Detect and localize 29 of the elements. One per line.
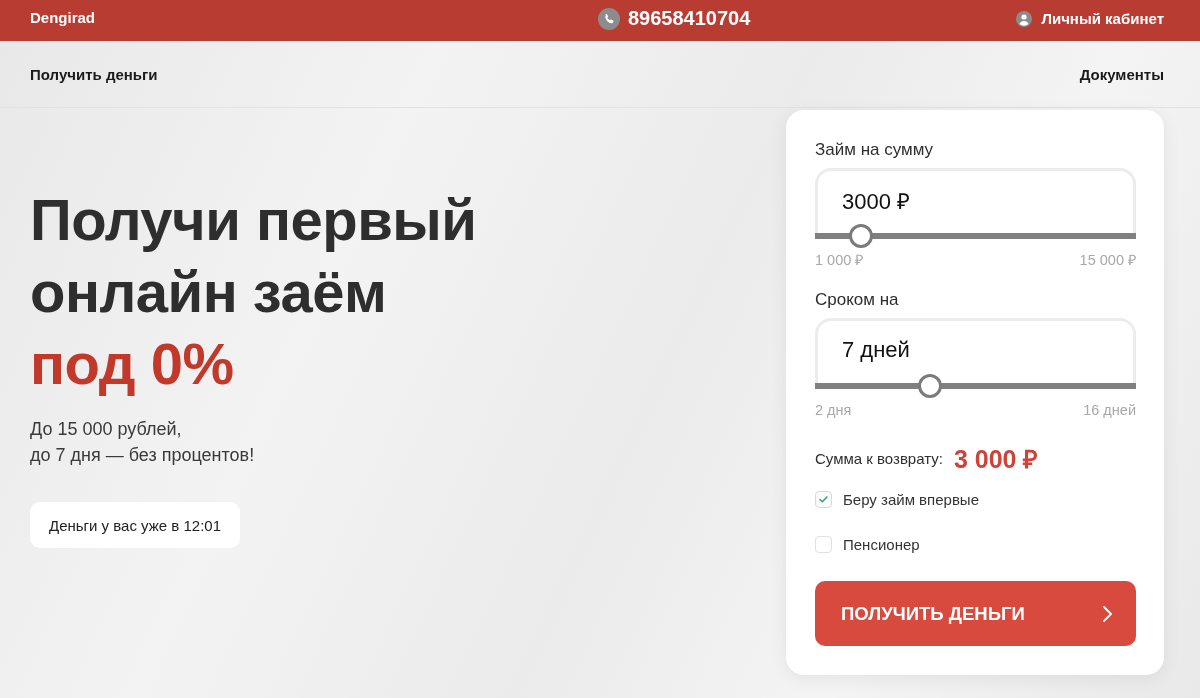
- site-logo[interactable]: Dengirad: [30, 9, 95, 26]
- checkbox-label: Пенсионер: [843, 535, 920, 553]
- chevron-right-icon: [1103, 605, 1112, 622]
- hero-title: Получи первый онлайн заём под 0%: [30, 186, 477, 398]
- total-label: Сумма к возврату:: [815, 449, 943, 467]
- field-label: Сроком на: [815, 290, 899, 310]
- nav-link[interactable]: Получить деньги: [30, 65, 158, 83]
- phone-icon: [598, 7, 620, 30]
- field-label: Займ на сумму: [815, 140, 934, 160]
- slider-thumb[interactable]: [848, 224, 873, 248]
- info-badge: Деньги у вас уже в 12:01: [30, 502, 240, 548]
- range-max-label: 16 дней: [1083, 402, 1136, 418]
- value-field[interactable]: 3000 ₽: [815, 168, 1136, 233]
- checkmark-icon: [819, 495, 828, 503]
- checkbox-label: Беру займ впервые: [843, 490, 979, 508]
- range-max-label: 15 000 ₽: [1079, 252, 1136, 268]
- account-link[interactable]: Личный кабинет: [1041, 10, 1164, 27]
- slider-thumb[interactable]: [917, 374, 942, 398]
- value-field[interactable]: 7 дней: [815, 318, 1136, 383]
- phone-link[interactable]: 89658410704: [628, 7, 751, 30]
- get-money-button[interactable]: ПОЛУЧИТЬ ДЕНЬГИ: [815, 581, 1136, 646]
- total-amount: 3 000 ₽: [953, 444, 1039, 475]
- hero-subtitle: До 15 000 рублей, до 7 дня — без процентов!: [30, 418, 255, 467]
- checkbox[interactable]: [815, 535, 832, 553]
- user-icon: [1016, 10, 1033, 27]
- range-min-label: 2 дня: [815, 402, 852, 418]
- range-min-label: 1 000 ₽: [815, 252, 864, 268]
- nav-link[interactable]: Документы: [1079, 65, 1164, 83]
- checkbox[interactable]: [815, 490, 832, 508]
